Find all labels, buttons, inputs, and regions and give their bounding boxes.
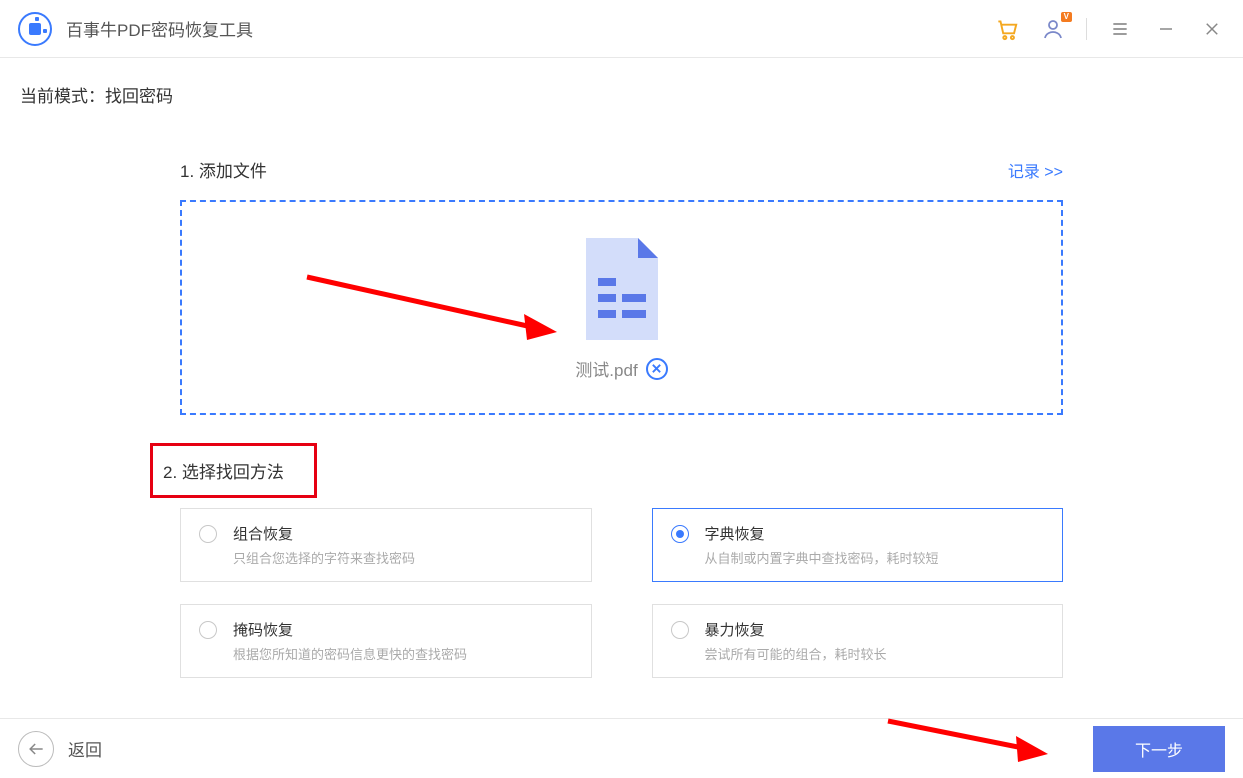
history-link[interactable]: 记录 >> [1008, 158, 1063, 182]
app-title: 百事牛PDF密码恢复工具 [66, 16, 253, 41]
titlebar: 百事牛PDF密码恢复工具 V [0, 0, 1243, 58]
step2-title: 2. 选择找回方法 [163, 458, 284, 483]
next-button[interactable]: 下一步 [1093, 726, 1225, 772]
option-desc: 从自制或内置字典中查找密码，耗时较短 [705, 548, 939, 567]
back-button[interactable]: 返回 [18, 731, 102, 767]
file-icon [578, 234, 666, 344]
user-icon[interactable]: V [1040, 16, 1066, 42]
back-arrow-icon [18, 731, 54, 767]
option-desc: 只组合您选择的字符来查找密码 [233, 548, 415, 567]
cart-icon[interactable] [994, 16, 1020, 42]
mode-label: 当前模式： [20, 87, 105, 106]
option-name: 掩码恢复 [233, 619, 467, 640]
mode-value: 找回密码 [105, 87, 173, 106]
radio-icon [671, 525, 689, 543]
divider [1086, 18, 1087, 40]
option-name: 字典恢复 [705, 523, 939, 544]
radio-icon [199, 621, 217, 639]
option-desc: 根据您所知道的密码信息更快的查找密码 [233, 644, 467, 663]
option-bruteforce[interactable]: 暴力恢复 尝试所有可能的组合，耗时较长 [652, 604, 1064, 678]
annotation-arrow-icon [302, 272, 562, 352]
remove-file-button[interactable] [646, 358, 668, 380]
option-desc: 尝试所有可能的组合，耗时较长 [705, 644, 887, 663]
footer: 返回 下一步 [0, 718, 1243, 778]
radio-icon [199, 525, 217, 543]
menu-icon[interactable] [1107, 16, 1133, 42]
radio-icon [671, 621, 689, 639]
step2-highlight-box: 2. 选择找回方法 [150, 443, 317, 498]
option-name: 暴力恢复 [705, 619, 887, 640]
back-label: 返回 [68, 736, 102, 761]
app-logo-icon [18, 12, 52, 46]
file-name: 测试.pdf [575, 356, 637, 381]
drop-zone[interactable]: 测试.pdf [180, 200, 1063, 415]
annotation-arrow-icon [883, 716, 1053, 764]
option-mask[interactable]: 掩码恢复 根据您所知道的密码信息更快的查找密码 [180, 604, 592, 678]
vip-badge: V [1061, 12, 1072, 22]
step1-title: 1. 添加文件 [180, 157, 267, 182]
option-name: 组合恢复 [233, 523, 415, 544]
current-mode: 当前模式：找回密码 [20, 82, 1223, 107]
close-icon[interactable] [1199, 16, 1225, 42]
recovery-options: 组合恢复 只组合您选择的字符来查找密码 字典恢复 从自制或内置字典中查找密码，耗… [180, 508, 1063, 678]
option-combination[interactable]: 组合恢复 只组合您选择的字符来查找密码 [180, 508, 592, 582]
option-dictionary[interactable]: 字典恢复 从自制或内置字典中查找密码，耗时较短 [652, 508, 1064, 582]
minimize-icon[interactable] [1153, 16, 1179, 42]
